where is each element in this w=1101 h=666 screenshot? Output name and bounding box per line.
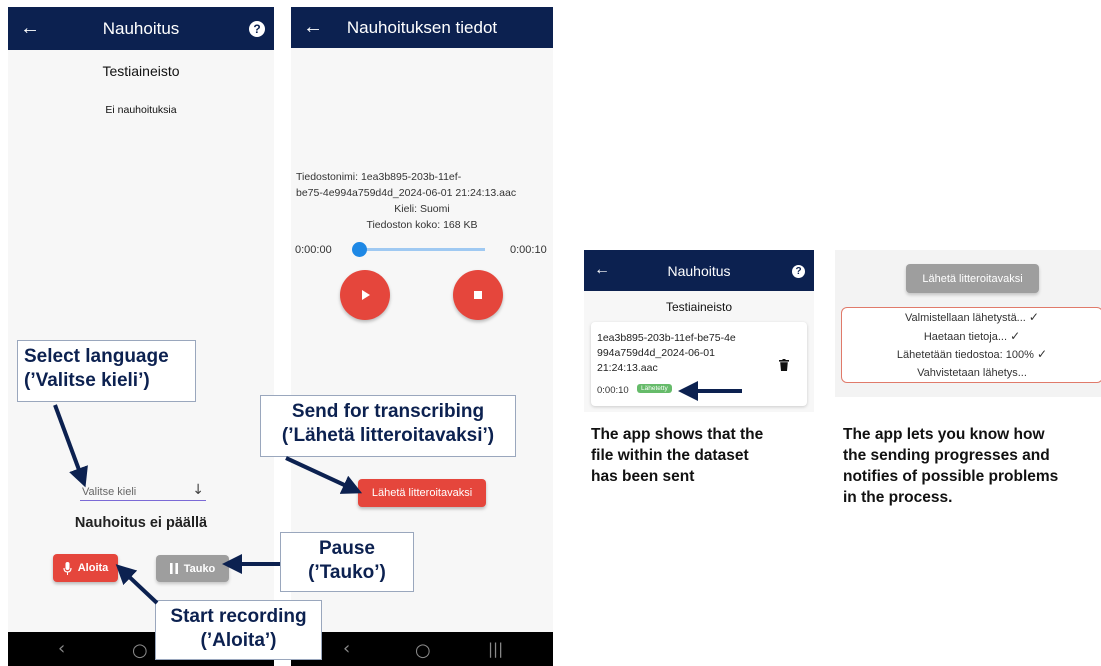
check-icon: ✓ bbox=[1028, 310, 1039, 324]
callout-select-language: Select language (’Valitse kieli’) bbox=[17, 340, 196, 402]
app-bar: ← Nauhoitus ? bbox=[8, 7, 274, 50]
check-icon: ✓ bbox=[1010, 328, 1021, 343]
language-placeholder: Valitse kieli bbox=[82, 486, 137, 498]
app-bar-title: Nauhoituksen tiedot bbox=[346, 18, 498, 37]
trash-icon[interactable] bbox=[779, 359, 789, 371]
caption-sent-line2: file within the dataset bbox=[591, 447, 749, 464]
stop-icon bbox=[474, 291, 482, 299]
recording-list-screen: ← Nauhoitus ? Testiaineisto 1ea3b895-203… bbox=[584, 250, 814, 412]
app-bar-title: Nauhoitus bbox=[102, 19, 180, 38]
file-size: Tiedoston koko: 168 KB bbox=[366, 219, 478, 231]
progress-step-confirming: Vahvistetaan lähetys... bbox=[917, 366, 1027, 379]
callout-send: Send for transcribing (’Lähetä litteroit… bbox=[260, 395, 516, 457]
playback-slider[interactable] bbox=[352, 242, 485, 257]
nav-recents-icon[interactable]: ||| bbox=[488, 640, 503, 658]
time-elapsed: 0:00:00 bbox=[295, 244, 332, 256]
play-icon bbox=[362, 290, 370, 300]
system-nav-bar: ‹ ○ ||| bbox=[291, 632, 553, 666]
nav-home-icon[interactable]: ○ bbox=[415, 640, 431, 661]
recording-status: Nauhoitus ei päällä bbox=[74, 515, 208, 531]
caption-progress-line4: in the process. bbox=[843, 489, 953, 506]
file-name-line1: 1ea3b895-203b-11ef-be75-4e bbox=[597, 332, 736, 344]
callout-start-line1: Start recording bbox=[170, 606, 307, 627]
start-recording-button[interactable]: Aloita bbox=[53, 554, 118, 582]
send-for-transcription-button[interactable]: Lähetä litteroitavaksi bbox=[906, 264, 1039, 293]
play-button[interactable] bbox=[340, 270, 390, 320]
recording-list-item[interactable]: 1ea3b895-203b-11ef-be75-4e 994a759d4d_20… bbox=[591, 322, 807, 406]
pause-icon bbox=[169, 563, 178, 574]
empty-recordings-text: Ei nauhoituksia bbox=[105, 104, 177, 116]
file-language: Kieli: Suomi bbox=[394, 203, 450, 215]
callout-pause: Pause (’Tauko’) bbox=[280, 532, 414, 592]
duration: 0:00:10 bbox=[597, 385, 629, 396]
callout-select-language-line2: (’Valitse kieli’) bbox=[24, 370, 150, 391]
progress-step-uploading: Lähetetään tiedostoa: 100% ✓ bbox=[896, 347, 1048, 361]
caption-progress-line2: the sending progresses and bbox=[843, 447, 1050, 464]
progress-step-fetching: Haetaan tietoja... ✓ bbox=[923, 328, 1021, 343]
app-bar-title: Nauhoitus bbox=[667, 263, 731, 279]
help-icon[interactable]: ? bbox=[792, 265, 805, 278]
file-name-line2: 994a759d4d_2024-06-01 bbox=[597, 347, 715, 359]
callout-pause-line2: (’Tauko’) bbox=[308, 562, 386, 583]
start-recording-label: Aloita bbox=[77, 562, 109, 574]
callout-send-line2: (’Lähetä litteroitavaksi’) bbox=[281, 425, 495, 446]
nav-back-icon[interactable]: ‹ bbox=[58, 638, 65, 659]
help-icon[interactable]: ? bbox=[249, 21, 265, 37]
caption-progress: The app lets you know how the sending pr… bbox=[843, 424, 1101, 508]
pause-button[interactable]: Tauko bbox=[156, 555, 229, 582]
recording-screen: ← Nauhoitus ? Testiaineisto Ei nauhoituk… bbox=[8, 7, 274, 666]
nav-back-icon[interactable]: ‹ bbox=[343, 638, 350, 659]
dataset-name: Testiaineisto bbox=[665, 300, 733, 314]
file-name-line2: be75-4e994a759d4d_2024-06-01 21:24:13.aa… bbox=[296, 187, 517, 199]
caption-sent-line3: has been sent bbox=[591, 468, 695, 485]
file-info: Tiedostonimi: 1ea3b895-203b-11ef- be75-4… bbox=[296, 169, 548, 233]
callout-start: Start recording (’Aloita’) bbox=[155, 600, 322, 660]
app-bar: ← Nauhoituksen tiedot bbox=[291, 7, 553, 48]
sending-progress-panel: Lähetä litteroitavaksi Valmistellaan läh… bbox=[835, 250, 1101, 397]
file-name-line3: 21:24:13.aac bbox=[597, 362, 658, 374]
send-for-transcription-button[interactable]: Lähetä litteroitavaksi bbox=[358, 479, 486, 507]
caption-sent-line1: The app shows that the bbox=[591, 426, 764, 443]
stop-button[interactable] bbox=[453, 270, 503, 320]
caption-sent: The app shows that the file within the d… bbox=[591, 424, 816, 487]
caption-progress-line1: The app lets you know how bbox=[843, 426, 1045, 443]
caption-progress-line3: notifies of possible problems bbox=[843, 468, 1059, 485]
callout-send-line1: Send for transcribing bbox=[291, 401, 485, 422]
app-bar: ← Nauhoitus ? bbox=[584, 250, 814, 291]
nav-home-icon[interactable]: ○ bbox=[132, 640, 148, 661]
chevron-down-icon: ↓ bbox=[192, 482, 204, 498]
progress-step-preparing: Valmistellaan lähetystä... ✓ bbox=[905, 310, 1039, 324]
callout-pause-line1: Pause bbox=[319, 538, 375, 559]
file-name-line1: Tiedostonimi: 1ea3b895-203b-11ef- bbox=[296, 171, 462, 183]
slider-thumb[interactable] bbox=[352, 242, 367, 257]
pause-label: Tauko bbox=[183, 562, 216, 575]
callout-select-language-line1: Select language bbox=[24, 346, 169, 367]
check-icon: ✓ bbox=[1037, 347, 1048, 361]
dataset-name: Testiaineisto bbox=[102, 63, 180, 79]
callout-start-line2: (’Aloita’) bbox=[200, 630, 277, 651]
progress-box: Valmistellaan lähetystä... ✓ Haetaan tie… bbox=[841, 307, 1101, 383]
language-select[interactable]: Valitse kieli ↓ bbox=[80, 482, 206, 501]
sent-badge: Lähetetty bbox=[637, 384, 672, 393]
file-name: 1ea3b895-203b-11ef-be75-4e 994a759d4d_20… bbox=[597, 331, 736, 376]
time-total: 0:00:10 bbox=[510, 244, 547, 256]
mic-icon bbox=[63, 561, 72, 575]
